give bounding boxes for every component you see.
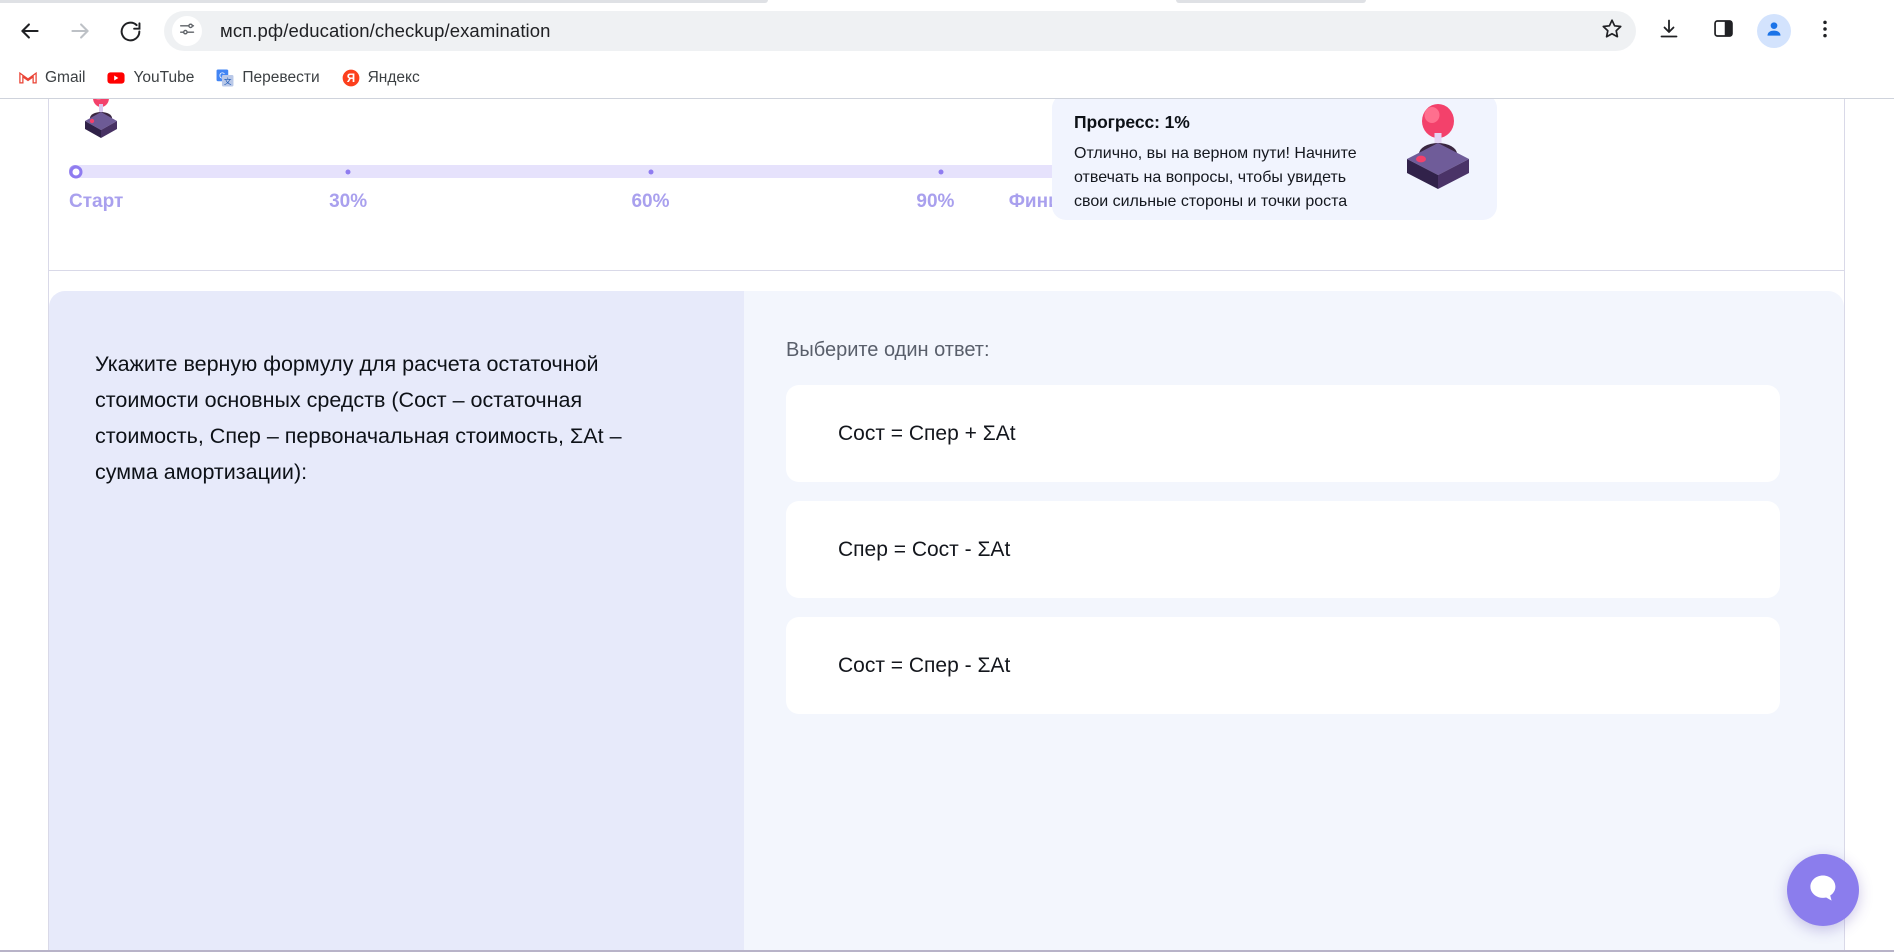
progress-message: Отлично, вы на верном пути! Начните отве… bbox=[1074, 145, 1357, 210]
page-viewport: Старт 30% 60% 90% Финиш Прогресс: 1% Отл… bbox=[0, 99, 1894, 952]
forward-arrow-icon bbox=[67, 18, 93, 44]
question-text: Укажите верную формулу для расчета остат… bbox=[95, 352, 622, 484]
site-settings-button[interactable] bbox=[172, 16, 202, 46]
bookmark-translate[interactable]: G 文 Перевести bbox=[207, 64, 328, 92]
youtube-icon bbox=[107, 69, 126, 87]
profile-avatar-icon bbox=[1764, 19, 1784, 44]
download-icon bbox=[1657, 17, 1681, 46]
tick-label-30: 30% bbox=[329, 191, 368, 212]
progress-node-start[interactable] bbox=[69, 165, 83, 178]
bookmark-button[interactable] bbox=[1594, 13, 1630, 49]
joystick-icon bbox=[77, 99, 125, 144]
side-panel-icon bbox=[1712, 17, 1735, 45]
url-text[interactable]: мсп.рф/education/checkup/examination bbox=[220, 20, 551, 42]
chat-launcher-button[interactable] bbox=[1787, 854, 1859, 926]
page-right-rail bbox=[1844, 99, 1845, 952]
progress-info-box: Прогресс: 1% Отлично, вы на верном пути!… bbox=[1052, 99, 1497, 220]
progress-node-30[interactable] bbox=[345, 169, 351, 174]
bookmark-gmail[interactable]: Gmail bbox=[10, 64, 94, 92]
answer-option-label: Сост = Спер - ΣAt bbox=[838, 653, 1011, 677]
progress-node-90[interactable] bbox=[938, 169, 944, 174]
question-panel: Укажите верную формулу для расчета остат… bbox=[49, 291, 744, 952]
tick-label-90: 90% bbox=[916, 191, 955, 212]
reload-icon bbox=[118, 19, 143, 44]
answer-option-1[interactable]: Сост = Спер + ΣAt bbox=[786, 385, 1780, 482]
progress-node-60[interactable] bbox=[648, 169, 653, 174]
svg-text:Я: Я bbox=[346, 72, 354, 85]
browser-toolbar: мсп.рф/education/checkup/examination bbox=[0, 4, 1894, 58]
star-icon bbox=[1600, 17, 1624, 46]
address-bar[interactable]: мсп.рф/education/checkup/examination bbox=[164, 11, 1636, 51]
bookmark-label: YouTube bbox=[133, 69, 195, 86]
answer-option-label: Сост = Спер + ΣAt bbox=[838, 421, 1016, 445]
site-settings-icon bbox=[178, 20, 196, 43]
question-answer-card: Укажите верную формулу для расчета остат… bbox=[49, 291, 1844, 952]
browser-window: мсп.рф/education/checkup/examination Gma… bbox=[0, 0, 1894, 952]
answer-option-3[interactable]: Сост = Спер - ΣAt bbox=[786, 617, 1780, 714]
progress-card: Старт 30% 60% 90% Финиш Прогресс: 1% Отл… bbox=[49, 99, 1844, 271]
bookmark-label: Перевести bbox=[242, 69, 320, 86]
side-panel-button[interactable] bbox=[1703, 11, 1743, 51]
forward-button[interactable] bbox=[60, 11, 100, 51]
back-button[interactable] bbox=[10, 11, 50, 51]
chat-bubble-icon bbox=[1804, 869, 1842, 912]
answers-panel: Выберите один ответ: Сост = Спер + ΣAt С… bbox=[744, 291, 1844, 952]
google-translate-icon: G 文 bbox=[216, 69, 234, 87]
bookmark-youtube[interactable]: YouTube bbox=[98, 64, 203, 92]
bookmark-label: Яндекс bbox=[367, 69, 420, 86]
svg-text:文: 文 bbox=[224, 76, 232, 86]
answers-prompt: Выберите один ответ: bbox=[786, 339, 990, 361]
downloads-button[interactable] bbox=[1649, 11, 1689, 51]
bookmark-yandex[interactable]: Я Яндекс bbox=[333, 64, 429, 92]
reload-button[interactable] bbox=[110, 11, 150, 51]
answer-option-label: Спер = Сост - ΣAt bbox=[838, 537, 1011, 561]
tick-label-start: Старт bbox=[69, 191, 124, 212]
gmail-icon bbox=[19, 69, 37, 87]
yandex-icon: Я bbox=[342, 69, 360, 87]
chrome-menu-button[interactable] bbox=[1805, 11, 1845, 51]
bookmark-label: Gmail bbox=[45, 69, 86, 86]
three-dot-menu-icon bbox=[1815, 19, 1835, 44]
back-arrow-icon bbox=[17, 18, 43, 44]
tick-label-60: 60% bbox=[631, 191, 670, 212]
bookmark-bar: Gmail YouTube G 文 Перевести bbox=[0, 58, 1894, 98]
joystick-large-icon bbox=[1393, 99, 1483, 197]
profile-button[interactable] bbox=[1757, 14, 1791, 48]
answer-option-2[interactable]: Спер = Сост - ΣAt bbox=[786, 501, 1780, 598]
